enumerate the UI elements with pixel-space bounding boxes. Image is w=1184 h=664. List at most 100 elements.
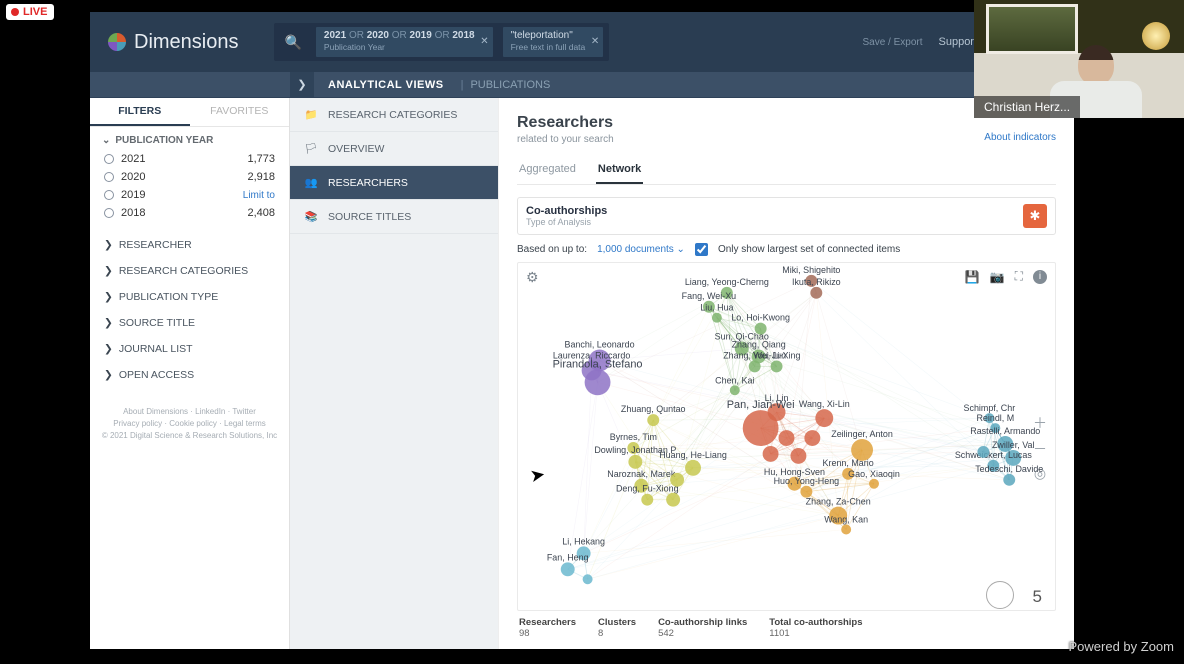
save-export-link[interactable]: Save / Export [862, 37, 922, 48]
graph-node[interactable] [815, 409, 833, 427]
node-label: Ikuta, Rikizo [792, 277, 841, 287]
stat-cell: Co-authorship links542 [658, 617, 747, 639]
about-indicators-link[interactable]: About indicators [984, 132, 1056, 143]
nav-icon: 🏳 [304, 142, 318, 155]
view-tab[interactable]: Aggregated [517, 159, 578, 184]
node-label: Lo, Hoi-Kwong [731, 313, 790, 323]
radio-icon[interactable] [104, 154, 114, 164]
nav-icon: 📁 [304, 108, 318, 121]
analytical-nav: 📁RESEARCH CATEGORIES🏳OVERVIEW👥RESEARCHER… [290, 98, 498, 649]
chevron-right-icon: ❯ [104, 265, 113, 277]
graph-node[interactable] [804, 430, 820, 446]
graph-node[interactable] [763, 446, 779, 462]
tab-analytical-views[interactable]: ANALYTICAL VIEWS [314, 79, 458, 91]
close-icon[interactable]: ✕ [480, 36, 488, 49]
webcam-overlay: Christian Herz... [974, 0, 1184, 118]
graph-node[interactable] [743, 410, 779, 446]
node-label: Fang, Wei-Xu [682, 291, 737, 301]
node-label: Naroznak, Marek [607, 469, 676, 479]
graph-node[interactable] [779, 430, 795, 446]
graph-node[interactable] [869, 479, 879, 489]
graph-node[interactable] [685, 460, 701, 476]
nav-item[interactable]: 📚SOURCE TITLES [290, 200, 498, 234]
chevron-right-icon: ❯ [104, 343, 113, 355]
node-label: Schweickert, Lucas [955, 450, 1033, 460]
facet-row[interactable]: ❯OPEN ACCESS [90, 362, 289, 388]
graph-node[interactable] [771, 360, 783, 372]
nav-item[interactable]: 👥RESEARCHERS [290, 166, 498, 200]
graph-node[interactable] [841, 525, 851, 535]
brand[interactable]: Dimensions [108, 31, 238, 54]
search-icon[interactable]: 🔍 [280, 34, 305, 51]
tab-publications[interactable]: PUBLICATIONS [466, 79, 554, 91]
node-label: Fan, Heng [547, 552, 589, 562]
node-label: Deng, Fu-Xiong [616, 484, 679, 494]
facet-row[interactable]: ❯JOURNAL LIST [90, 336, 289, 362]
network-chart[interactable]: ⚙ 💾 📷 ⛶ i ＋ － ◎ Banchi, LeonardoLaurenza… [517, 262, 1056, 611]
slide-number: 5 [1033, 587, 1042, 607]
facet-row[interactable]: ❯SOURCE TITLE [90, 310, 289, 336]
graph-node[interactable] [712, 313, 722, 323]
nav-icon: 📚 [304, 210, 318, 223]
node-label: Reindl, M [976, 413, 1014, 423]
support-link[interactable]: Support [939, 36, 978, 48]
graph-node[interactable] [666, 493, 680, 507]
graph-node[interactable] [977, 446, 989, 458]
node-label: Huang, He-Liang [659, 450, 727, 460]
search-bar[interactable]: 🔍 2021 OR 2020 OR 2019 OR 2018 Publicati… [274, 23, 609, 61]
facet-row[interactable]: ❯RESEARCHER [90, 232, 289, 258]
graph-node[interactable] [583, 574, 593, 584]
graph-canvas[interactable]: Banchi, LeonardoLaurenza, RiccardoPirand… [518, 263, 1055, 601]
node-label: Pan, Jian-Wei [727, 399, 795, 411]
radio-icon[interactable] [104, 190, 114, 200]
year-row[interactable]: 2019Limit to [90, 186, 289, 204]
filter-section-publication-year[interactable]: ⌄ PUBLICATION YEAR [90, 127, 289, 150]
node-label: Rastelli, Armando [970, 426, 1040, 436]
radio-icon[interactable] [104, 208, 114, 218]
graph-node[interactable] [585, 369, 611, 395]
powered-by: Powered by Zoom [1069, 639, 1175, 654]
radio-icon[interactable] [104, 172, 114, 182]
node-label: Zhang, Qiang [732, 340, 786, 350]
view-tab[interactable]: Network [596, 159, 643, 184]
facet-row[interactable]: ❯RESEARCH CATEGORIES [90, 258, 289, 284]
graph-node[interactable] [647, 414, 659, 426]
node-label: Schimpf, Chr [964, 403, 1016, 413]
graph-node[interactable] [749, 360, 761, 372]
footer-links: About Dimensions · LinkedIn · Twitter Pr… [90, 388, 289, 460]
graph-node[interactable] [810, 287, 822, 299]
chevron-right-icon: ❯ [104, 239, 113, 251]
doc-limit-select[interactable]: 1,000 documents ⌄ [597, 244, 685, 255]
node-label: Krenn, Mario [823, 458, 874, 468]
node-label: Wang, Xi-Lin [799, 399, 850, 409]
graph-node[interactable] [790, 448, 806, 464]
connected-items-checkbox[interactable] [695, 243, 708, 256]
analysis-selector[interactable]: Co-authorships Type of Analysis ✱ [517, 197, 1056, 235]
tab-favorites[interactable]: FAVORITES [190, 98, 290, 126]
search-chip-text[interactable]: "teleportation" Free text in full data ✕ [503, 27, 604, 57]
nav-item[interactable]: 🏳OVERVIEW [290, 132, 498, 166]
chevron-down-icon: ⌄ [102, 135, 110, 146]
tab-filters[interactable]: FILTERS [90, 98, 190, 126]
year-row[interactable]: 20202,918 [90, 168, 289, 186]
record-dot-icon [11, 8, 19, 16]
node-label: Chen, Kai [715, 375, 754, 385]
graph-node[interactable] [670, 473, 684, 487]
graph-node[interactable] [730, 385, 740, 395]
brand-logo-icon [108, 33, 126, 51]
node-label: Banchi, Leonardo [565, 340, 635, 350]
graph-node[interactable] [628, 455, 642, 469]
nav-item[interactable]: 📁RESEARCH CATEGORIES [290, 98, 498, 132]
collapse-arrow-icon[interactable]: ❯ [290, 72, 314, 97]
graph-node[interactable] [561, 562, 575, 576]
search-chip-year[interactable]: 2021 OR 2020 OR 2019 OR 2018 Publication… [316, 27, 493, 57]
facet-row[interactable]: ❯PUBLICATION TYPE [90, 284, 289, 310]
graph-node[interactable] [641, 494, 653, 506]
app-window: Dimensions 🔍 2021 OR 2020 OR 2019 OR 201… [90, 12, 1074, 649]
graph-node[interactable] [1003, 474, 1015, 486]
close-icon[interactable]: ✕ [591, 36, 599, 49]
node-label: Zhuang, Quntao [621, 404, 686, 414]
chevron-right-icon: ❯ [104, 291, 113, 303]
year-row[interactable]: 20182,408 [90, 204, 289, 222]
year-row[interactable]: 20211,773 [90, 150, 289, 168]
